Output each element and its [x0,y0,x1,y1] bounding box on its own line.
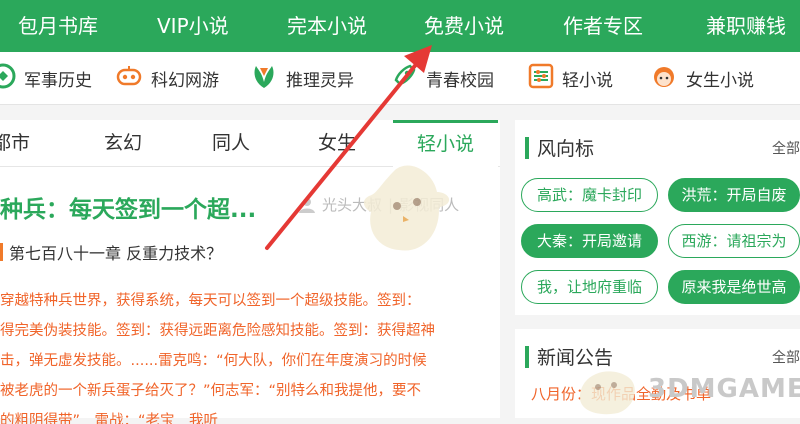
category-label: 军事历史 [24,70,92,91]
desc-line: 击，弹无虚发技能。......雷克鸣：“何大队，你们在年度演习的时候 [0,353,427,369]
desc-line: 穿越特种兵世界，获得系统，每天可以签到一个超级技能。签到： [0,293,421,309]
desc-line: 被老虎的一个新兵蛋子给灭了？”何志军：“别特么和我提他，要不 [0,383,422,399]
category-label: 科幻网游 [151,70,219,91]
girl-icon [650,62,678,95]
nav-part-time[interactable]: 兼职赚钱 [706,0,786,52]
category-mystery[interactable]: 推理灵异 [250,62,354,94]
category-military[interactable]: 军事历史 [0,62,92,94]
desc-line: 的粗阴得带” 雷战：“老宝 我听 [0,413,219,424]
nav-finished-novels[interactable]: 完本小说 [287,0,367,52]
trend-all-link[interactable]: 全部 [772,138,800,158]
trend-tag[interactable]: 西游：请祖宗为 [668,224,800,258]
tab-urban[interactable]: 都市 [0,120,30,166]
category-light-novel[interactable]: 轻小说 [528,62,613,94]
category-campus[interactable]: 青春校园 [390,62,494,94]
trend-tag[interactable]: 高武：魔卡封印 [521,178,658,212]
latest-chapter[interactable]: 第七百八十一章 反重力技术？ [0,240,222,264]
category-label: 女生小说 [686,70,754,91]
trend-tag[interactable]: 我，让地府重临 [521,270,658,304]
trend-header: 风向标 [525,134,594,161]
nav-free-novels[interactable]: 免费小说 [424,0,504,52]
tab-fanfic[interactable]: 同人 [212,120,250,166]
trend-tag[interactable]: 洪荒：开局自废 [668,178,800,212]
trend-tag[interactable]: 大秦：开局邀请 [521,224,658,258]
user-icon [299,197,315,213]
nav-monthly-library[interactable]: 包月书库 [18,0,98,52]
header-bar [525,345,529,368]
mascot-icon [363,165,450,251]
category-label: 推理灵异 [286,70,354,91]
book-title[interactable]: 种兵：每天签到一个超... [0,190,256,224]
military-icon [0,63,16,94]
category-scifi[interactable]: 科幻网游 [115,62,219,94]
tab-fantasy[interactable]: 玄幻 [104,120,142,166]
tab-female[interactable]: 女生 [318,120,356,166]
gamepad-icon [115,63,143,94]
sliders-icon [528,63,554,94]
header-bar [525,136,529,159]
book-description: 穿越特种兵世界，获得系统，每天可以签到一个超级技能。签到： 得完美伪装技能。签到… [0,286,480,424]
trend-title: 风向标 [537,138,595,160]
category-label: 青春校园 [426,70,494,91]
category-female[interactable]: 女生小说 [650,62,754,94]
rocket-icon [390,62,418,95]
category-nav: 军事历史 科幻网游 推理灵异 青春校园 轻小说 女生小说 [0,52,800,105]
desc-line: 得完美伪装技能。签到：获得远距离危险感知技能。签到：获得超神 [0,323,435,339]
nav-author-zone[interactable]: 作者专区 [563,0,643,52]
category-label: 轻小说 [562,70,613,91]
chapter-title: 第七百八十一章 反重力技术？ [9,244,223,263]
chapter-bar [0,243,3,261]
top-nav: 包月书库 VIP小说 完本小说 免费小说 作者专区 兼职赚钱 [0,0,800,52]
watermark-text: 3DMGAME [648,374,800,404]
nav-vip-novels[interactable]: VIP小说 [157,0,229,52]
trend-tag[interactable]: 原来我是绝世高 [668,270,800,304]
leaf-icon [250,62,278,95]
